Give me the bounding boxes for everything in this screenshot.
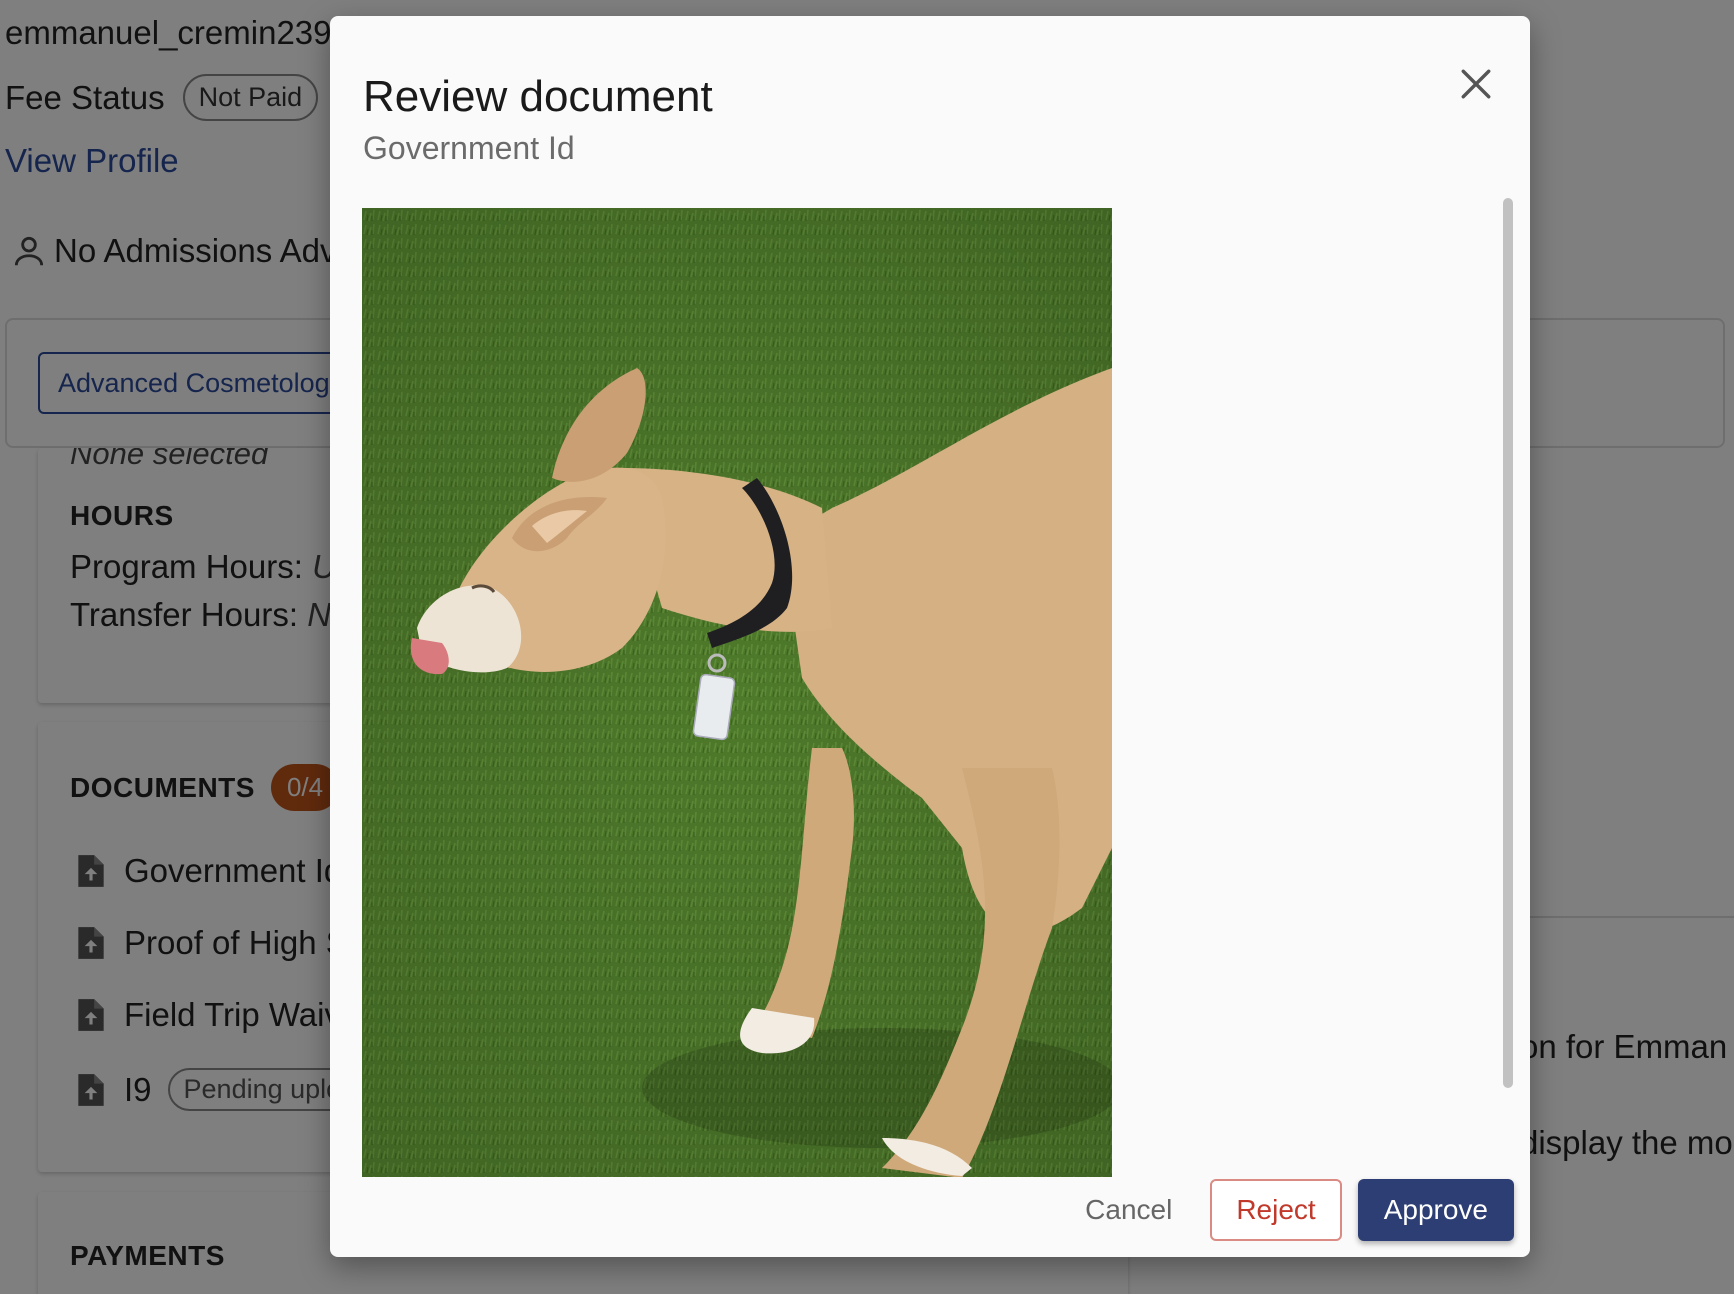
document-type-label: Government Id xyxy=(363,130,575,166)
dog-photo xyxy=(362,208,1112,1177)
dialog-scrollbar[interactable] xyxy=(1500,178,1516,1108)
scrollbar-thumb[interactable] xyxy=(1503,198,1513,1088)
close-icon xyxy=(1461,69,1491,99)
document-image xyxy=(362,208,1112,1177)
close-button[interactable] xyxy=(1446,54,1506,114)
reject-button[interactable]: Reject xyxy=(1210,1179,1342,1241)
approve-button[interactable]: Approve xyxy=(1357,1179,1514,1241)
dialog-actions: Cancel Reject Approve xyxy=(1063,1179,1514,1241)
cancel-button[interactable]: Cancel xyxy=(1063,1179,1194,1241)
dialog-title: Review document xyxy=(363,72,713,121)
dialog-content xyxy=(362,192,1512,1177)
review-document-dialog: Review document Government Id Cancel Rej… xyxy=(330,16,1530,1257)
